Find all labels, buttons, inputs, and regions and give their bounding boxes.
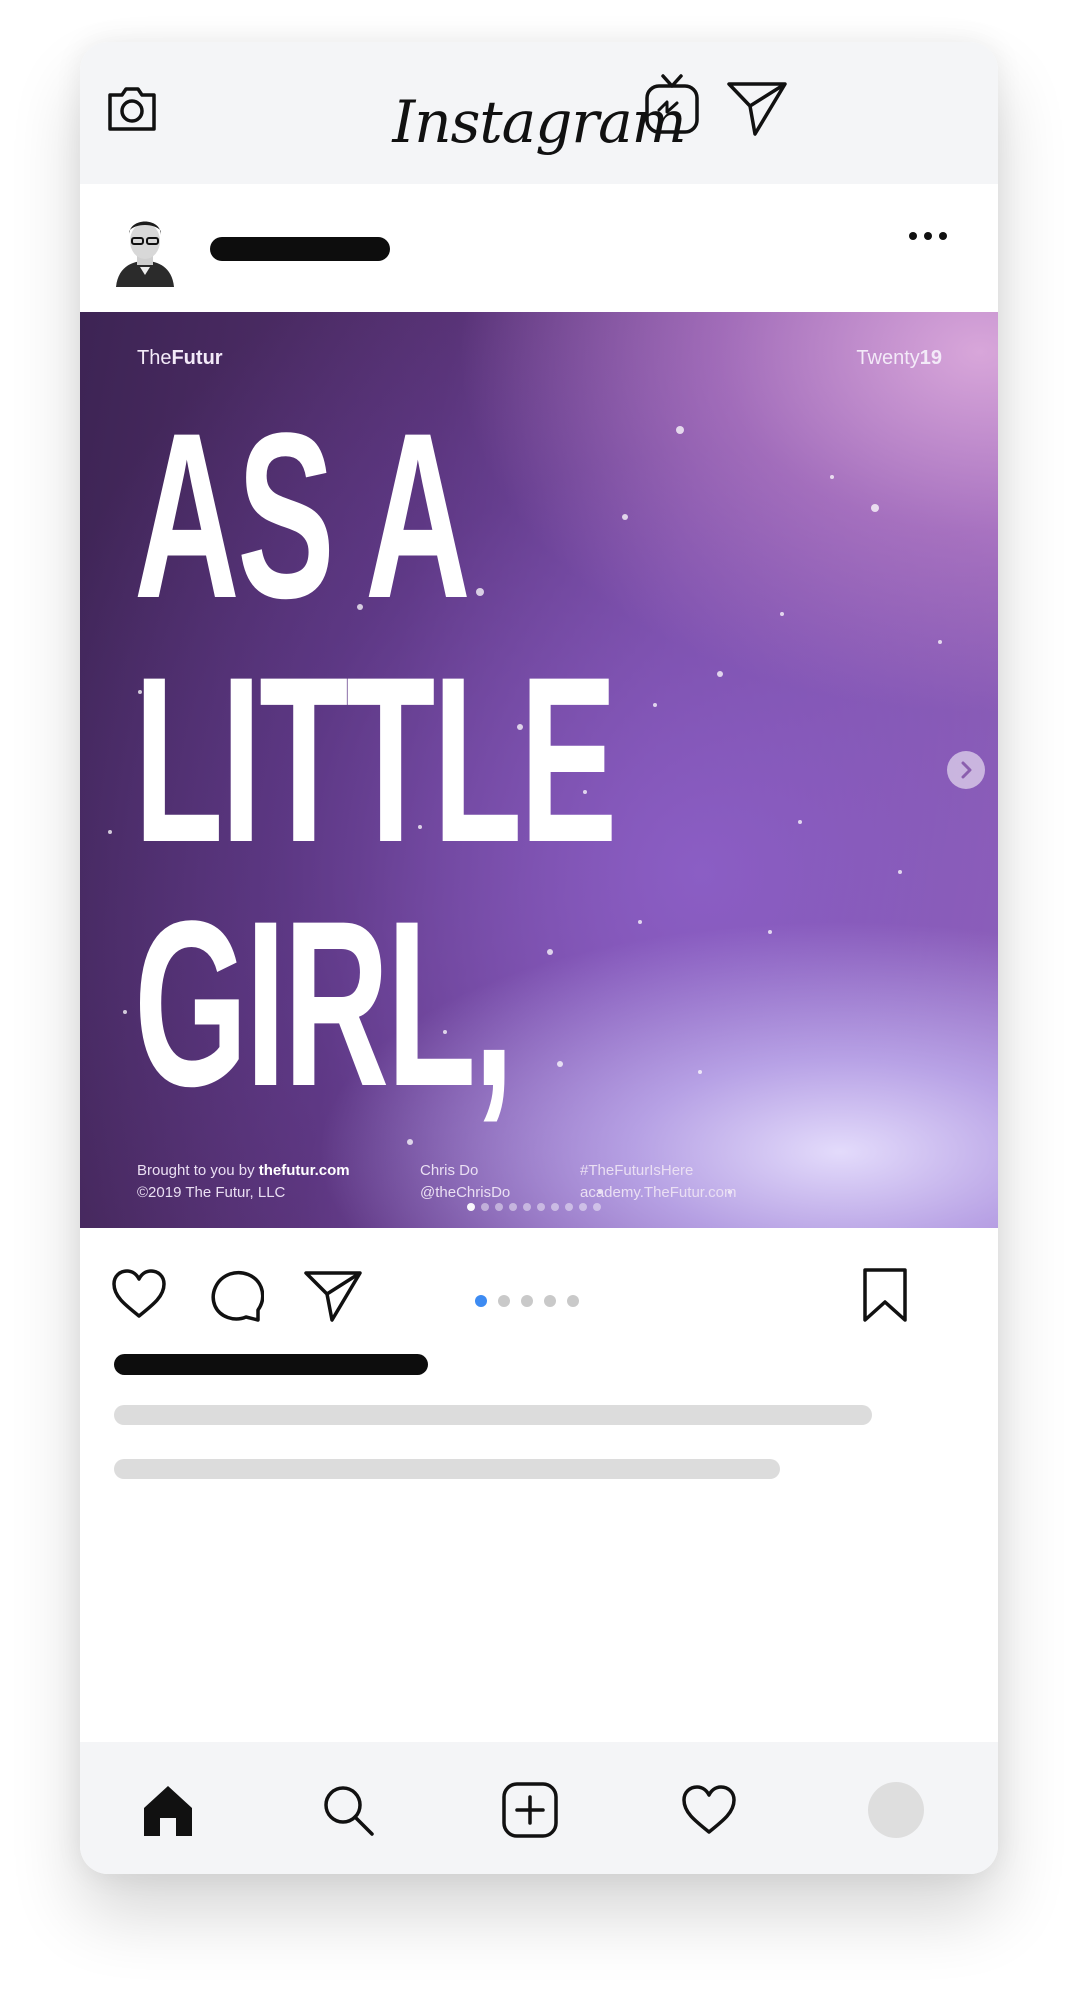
phone-frame: Instagram TheFutur Twenty19 AS A LITTLE … xyxy=(80,42,998,1874)
app-logo: Instagram xyxy=(392,88,686,156)
inner-slide-dot xyxy=(523,1203,531,1211)
post-header xyxy=(80,184,998,312)
user-avatar[interactable] xyxy=(110,209,180,287)
comment-icon[interactable] xyxy=(208,1268,264,1322)
inner-slide-dot xyxy=(509,1203,517,1211)
share-icon[interactable] xyxy=(302,1268,364,1324)
headline-line: AS A xyxy=(134,384,471,648)
carousel-dot xyxy=(567,1295,579,1307)
post-image[interactable]: TheFutur Twenty19 AS A LITTLE GIRL, Brou… xyxy=(80,312,998,1228)
inner-slide-dot xyxy=(481,1203,489,1211)
inner-slide-dot xyxy=(579,1203,587,1211)
inner-slide-dot xyxy=(565,1203,573,1211)
carousel-dot xyxy=(544,1295,556,1307)
top-bar: Instagram xyxy=(80,42,998,184)
carousel-dots xyxy=(475,1294,590,1312)
headline: AS A LITTLE GIRL, xyxy=(134,384,617,1136)
new-post-icon[interactable] xyxy=(500,1780,560,1840)
profile-avatar[interactable] xyxy=(868,1782,924,1838)
headline-line: GIRL, xyxy=(134,872,514,1136)
carousel-dot xyxy=(498,1295,510,1307)
footer-credit: Brought to you by thefutur.com ©2019 The… xyxy=(137,1162,350,1201)
caption-placeholder-line xyxy=(114,1459,780,1479)
like-heart-icon[interactable] xyxy=(110,1268,168,1320)
direct-message-icon[interactable] xyxy=(725,78,789,138)
carousel-dot xyxy=(521,1295,533,1307)
bottom-nav xyxy=(80,1742,998,1874)
caption-placeholder-line xyxy=(114,1405,872,1425)
headline-line: LITTLE xyxy=(134,628,617,892)
inner-slide-dot xyxy=(467,1203,475,1211)
activity-heart-icon[interactable] xyxy=(680,1784,738,1836)
carousel-dot xyxy=(475,1295,487,1307)
next-slide-icon xyxy=(961,761,972,779)
username-placeholder[interactable] xyxy=(210,237,390,261)
likes-placeholder[interactable] xyxy=(114,1354,428,1375)
brand-label: TheFutur xyxy=(137,347,223,369)
next-slide-button[interactable] xyxy=(947,751,985,789)
action-row xyxy=(80,1228,998,1348)
year-label: Twenty19 xyxy=(856,347,942,369)
igtv-icon[interactable] xyxy=(643,72,701,136)
search-icon[interactable] xyxy=(320,1782,376,1838)
home-icon[interactable] xyxy=(140,1782,196,1838)
inner-slide-dot xyxy=(495,1203,503,1211)
inner-slide-dot xyxy=(551,1203,559,1211)
inner-slide-dot xyxy=(593,1203,601,1211)
bookmark-icon[interactable] xyxy=(860,1266,910,1324)
more-options-icon[interactable] xyxy=(906,228,950,244)
inner-slide-dots xyxy=(467,1198,607,1211)
inner-slide-dot xyxy=(537,1203,545,1211)
